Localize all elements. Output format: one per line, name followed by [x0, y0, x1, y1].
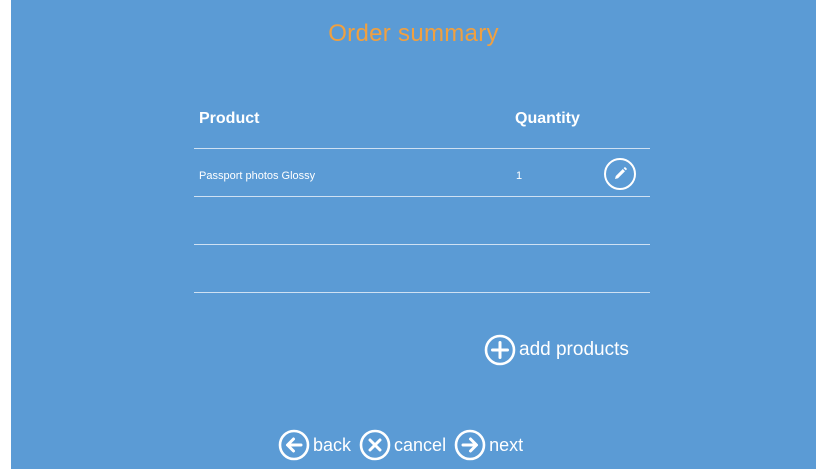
table-header: Product Quantity: [194, 100, 650, 149]
product-column-header: Product: [199, 110, 260, 127]
pencil-icon: [615, 167, 627, 179]
product-name: Passport photos Glossy: [199, 170, 316, 182]
edit-button[interactable]: [604, 158, 636, 190]
table-row: [194, 245, 650, 293]
back-button[interactable]: back: [278, 429, 351, 461]
arrow-left-circle-icon: [278, 429, 310, 461]
page-title: Order summary: [328, 20, 499, 47]
quantity-column-header: Quantity: [515, 110, 580, 127]
table-row: [194, 197, 650, 245]
back-label: back: [313, 434, 352, 455]
order-summary-panel: Order summary Product Quantity Passport …: [11, 0, 816, 469]
x-circle-icon: [359, 429, 391, 461]
arrow-right-circle-icon: [454, 429, 486, 461]
plus-circle-icon: [484, 334, 516, 366]
add-products-button[interactable]: add products: [484, 334, 629, 366]
order-table: Product Quantity Passport photos Glossy …: [194, 100, 650, 293]
cancel-button[interactable]: cancel: [359, 429, 446, 461]
add-products-label: add products: [519, 339, 629, 360]
bottom-navigation: back cancel next: [278, 429, 531, 461]
next-label: next: [489, 434, 524, 455]
cancel-label: cancel: [394, 434, 447, 455]
next-button[interactable]: next: [454, 429, 523, 461]
product-quantity: 1: [516, 170, 523, 182]
table-row: Passport photos Glossy 1: [194, 149, 650, 197]
